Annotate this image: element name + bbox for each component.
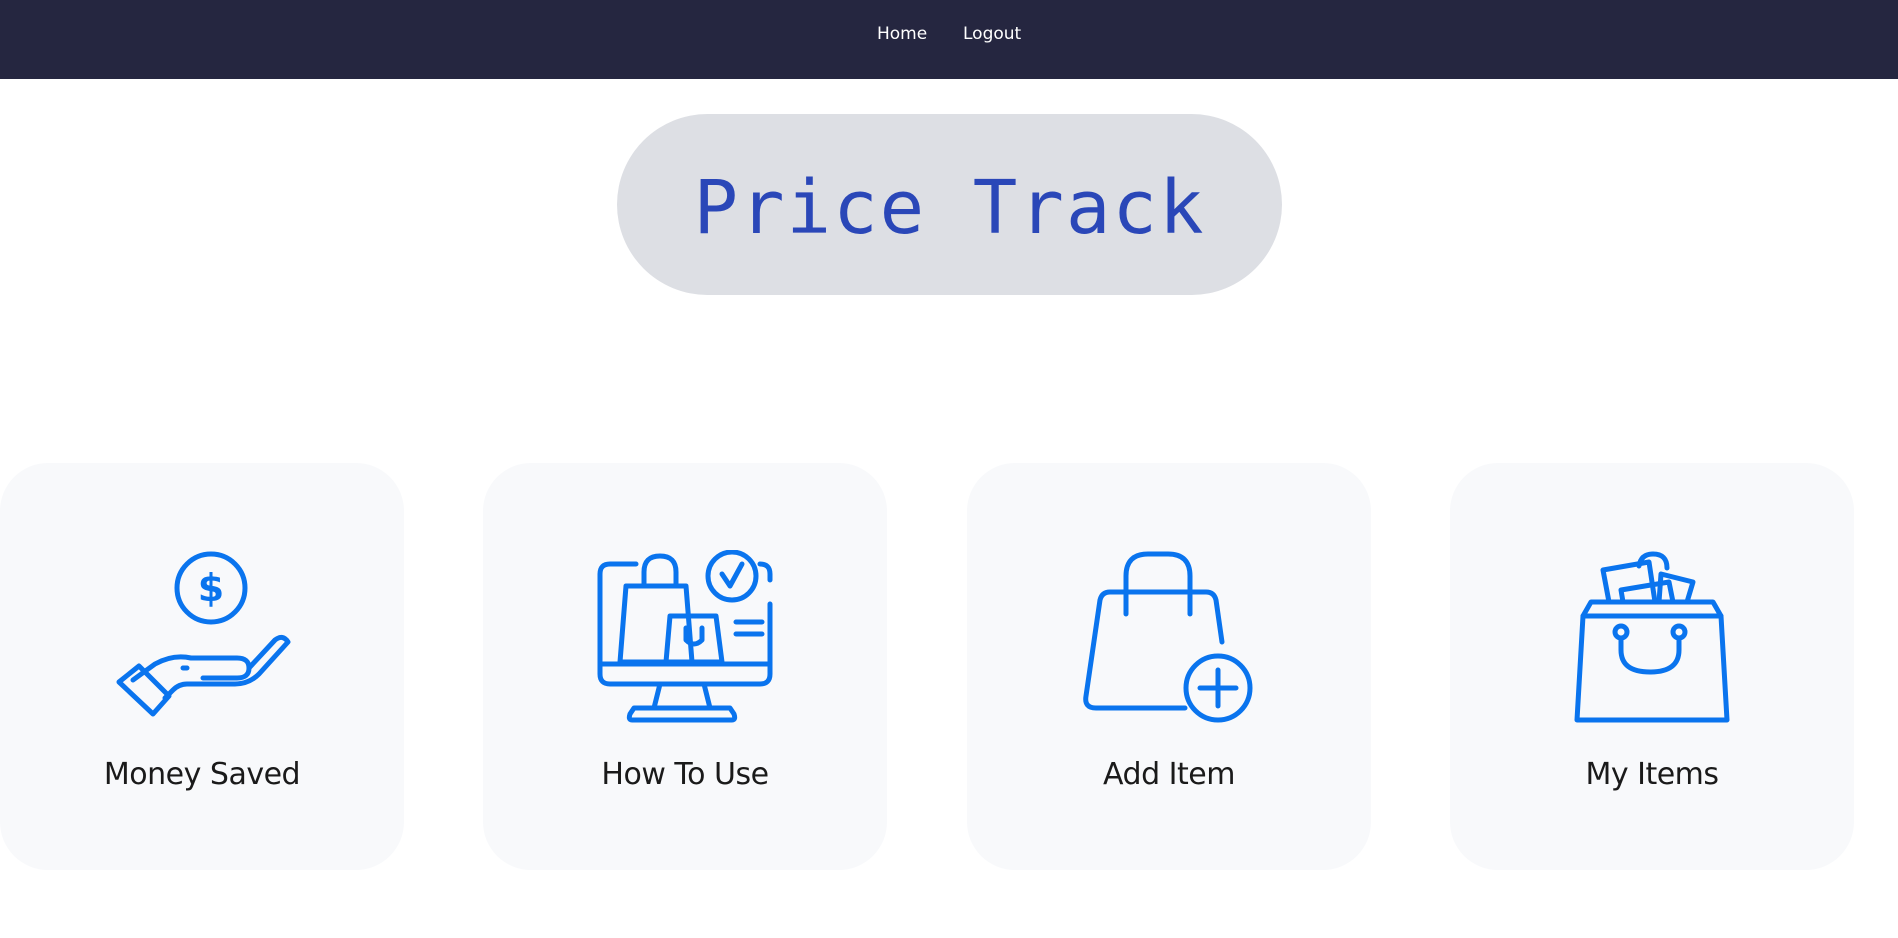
my-items-card[interactable]: My Items [1450,463,1854,870]
svg-text:$: $ [198,566,224,610]
shopping-bag-items-icon [1563,550,1741,728]
money-saved-card[interactable]: $ Money Saved [0,463,404,870]
nav-home-link[interactable]: Home [877,22,927,46]
monitor-shopping-icon [596,550,774,728]
how-to-use-label: How To Use [601,757,769,792]
add-item-card[interactable]: Add Item [967,463,1371,870]
add-item-label: Add Item [1103,757,1235,792]
page-title: Price Track [693,164,1206,251]
how-to-use-card[interactable]: How To Use [483,463,887,870]
nav-logout-link[interactable]: Logout [963,22,1021,46]
my-items-label: My Items [1585,757,1719,792]
title-banner: Price Track [617,114,1282,295]
hand-coin-icon: $ [113,550,291,728]
bag-add-icon [1080,550,1258,728]
money-saved-label: Money Saved [103,757,301,792]
navbar: Home Logout [0,0,1898,79]
